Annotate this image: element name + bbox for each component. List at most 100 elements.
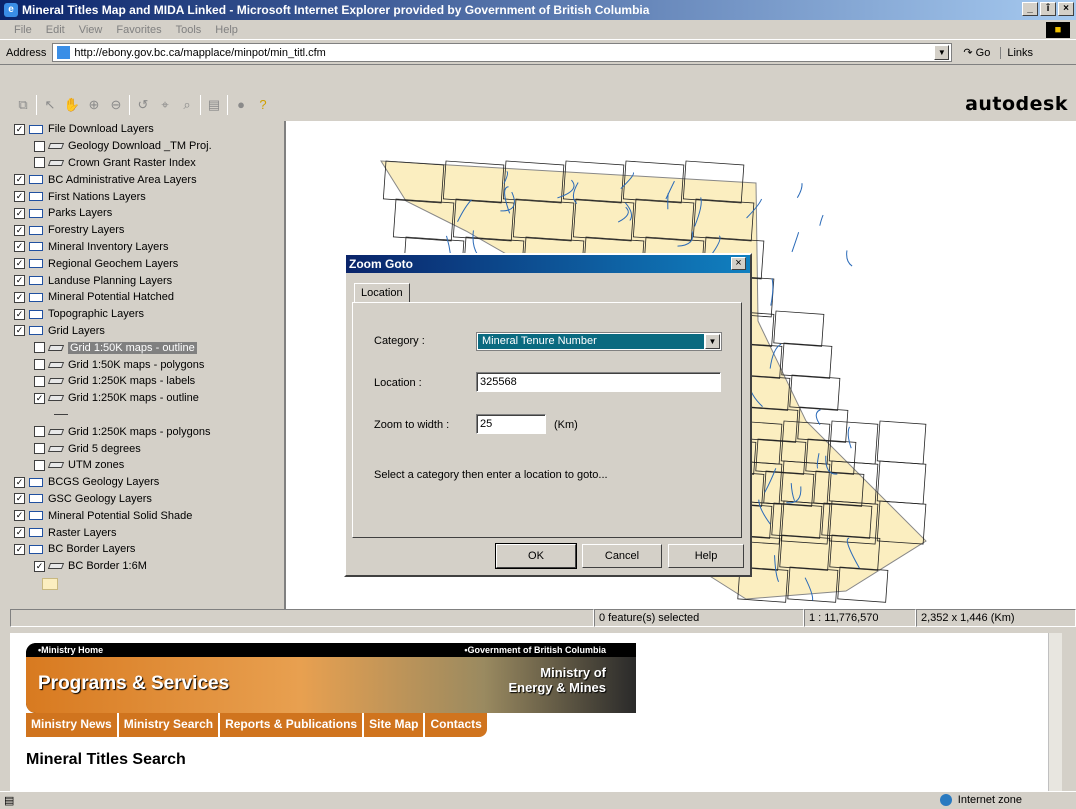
layer-item[interactable]: Crown Grant Raster Index — [10, 155, 284, 172]
layer-checkbox[interactable]: ✓ — [14, 543, 25, 555]
layer-checkbox[interactable] — [34, 443, 45, 455]
layer-checkbox[interactable]: ✓ — [14, 510, 25, 522]
copy-icon[interactable]: ⧉ — [14, 96, 32, 114]
zoom-in-icon[interactable]: ⊕ — [85, 96, 103, 114]
help-button[interactable]: Help — [668, 544, 744, 568]
ok-button[interactable]: OK — [495, 543, 577, 569]
tab-location[interactable]: Location — [354, 283, 410, 302]
menu-edit[interactable]: Edit — [46, 24, 65, 36]
links-button[interactable]: Links — [1000, 46, 1033, 59]
menu-help[interactable]: Help — [215, 24, 238, 36]
maximize-button[interactable]: î — [1040, 2, 1056, 16]
layer-item[interactable]: ✓ Landuse Planning Layers — [10, 272, 284, 289]
menu-view[interactable]: View — [79, 24, 103, 36]
zoom-width-input[interactable]: 25 — [476, 414, 546, 434]
print-icon[interactable]: ▤ — [205, 96, 223, 114]
layer-checkbox[interactable]: ✓ — [14, 527, 25, 539]
layer-checkbox[interactable]: ✓ — [34, 392, 45, 404]
cancel-button[interactable]: Cancel — [582, 544, 662, 568]
layer-item[interactable]: ✓ First Nations Layers — [10, 188, 284, 205]
menu-tools[interactable]: Tools — [176, 24, 202, 36]
layer-item[interactable]: Grid 1:250K maps - polygons — [10, 423, 284, 440]
layer-checkbox[interactable]: ✓ — [14, 191, 25, 203]
category-select[interactable]: Mineral Tenure Number ▼ — [476, 332, 722, 351]
address-dropdown-button[interactable]: ▼ — [934, 45, 950, 60]
layer-checkbox[interactable]: ✓ — [14, 325, 25, 337]
chevron-down-icon[interactable]: ▼ — [705, 334, 720, 349]
layer-item[interactable]: ✓ Forestry Layers — [10, 222, 284, 239]
zoom-extent-icon[interactable]: ⌖ — [156, 96, 174, 114]
layer-checkbox[interactable]: ✓ — [14, 291, 25, 303]
go-button[interactable]: ↷ Go — [963, 46, 990, 59]
layer-checkbox[interactable]: ✓ — [14, 224, 25, 236]
layer-checkbox[interactable]: ✓ — [14, 123, 25, 135]
layer-item[interactable]: ✓ Grid Layers — [10, 323, 284, 340]
ministry-home-link[interactable]: •Ministry Home — [38, 645, 103, 657]
nav-ministry-search[interactable]: Ministry Search — [119, 713, 221, 737]
menu-favorites[interactable]: Favorites — [116, 24, 161, 36]
layer-checkbox[interactable] — [34, 459, 45, 471]
layer-item[interactable]: ✓ BC Border Layers — [10, 541, 284, 558]
minimize-button[interactable]: _ — [1022, 2, 1038, 16]
nav-contacts[interactable]: Contacts — [425, 713, 486, 737]
zoom-previous-icon[interactable]: ↺ — [134, 96, 152, 114]
vertical-scrollbar[interactable] — [1048, 633, 1062, 791]
layer-item[interactable]: ✓ BC Border 1:6M — [10, 558, 284, 575]
zoom-out-icon[interactable]: ⊖ — [107, 96, 125, 114]
layer-item[interactable]: ✓ File Download Layers — [10, 121, 284, 138]
layer-checkbox[interactable]: ✓ — [14, 476, 25, 488]
nav-reports-publications[interactable]: Reports & Publications — [220, 713, 365, 737]
dialog-close-button[interactable]: × — [731, 257, 746, 270]
layer-label: Grid 1:50K maps - polygons — [68, 358, 205, 371]
layer-item[interactable]: Grid 1:50K maps - outline — [10, 339, 284, 356]
layer-item[interactable]: ✓ Mineral Inventory Layers — [10, 239, 284, 256]
layer-item[interactable]: Grid 1:250K maps - labels — [10, 373, 284, 390]
layer-item[interactable]: Grid 1:50K maps - polygons — [10, 356, 284, 373]
select-arrow-icon[interactable]: ↖ — [41, 96, 59, 114]
layer-item[interactable]: ✓ BCGS Geology Layers — [10, 474, 284, 491]
layer-item[interactable]: UTM zones — [10, 457, 284, 474]
layer-item[interactable] — [10, 407, 284, 424]
address-input[interactable]: http://ebony.gov.bc.ca/mapplace/minpot/m… — [52, 43, 953, 62]
layer-checkbox[interactable] — [34, 342, 45, 354]
layer-item[interactable]: ✓ GSC Geology Layers — [10, 491, 284, 508]
pan-hand-icon[interactable]: ✋ — [63, 96, 81, 114]
layer-checkbox[interactable]: ✓ — [14, 207, 25, 219]
layer-item[interactable]: ✓ Topographic Layers — [10, 306, 284, 323]
layer-checkbox[interactable]: ✓ — [34, 560, 45, 572]
layer-checkbox[interactable]: ✓ — [14, 258, 25, 270]
layer-checkbox[interactable]: ✓ — [14, 493, 25, 505]
layer-item[interactable]: ✓ Raster Layers — [10, 524, 284, 541]
layer-group-icon — [29, 292, 43, 302]
windows-flag-icon: ■ — [1046, 22, 1070, 38]
layer-checkbox[interactable]: ✓ — [14, 241, 25, 253]
gov-bc-link[interactable]: •Government of British Columbia — [464, 645, 606, 657]
location-input[interactable]: 325568 — [476, 372, 721, 392]
menu-file[interactable]: File — [14, 24, 32, 36]
layer-checkbox[interactable] — [34, 140, 45, 152]
layer-item[interactable]: ✓ Parks Layers — [10, 205, 284, 222]
layer-item[interactable]: ✓ Regional Geochem Layers — [10, 255, 284, 272]
stop-icon[interactable]: ● — [232, 96, 250, 114]
layer-item[interactable]: ✓ Mineral Potential Hatched — [10, 289, 284, 306]
layer-item[interactable]: ✓ BC Administrative Area Layers — [10, 171, 284, 188]
nav-ministry-news[interactable]: Ministry News — [26, 713, 119, 737]
nav-site-map[interactable]: Site Map — [364, 713, 426, 737]
zoom-width-icon[interactable]: ⌕ — [178, 96, 196, 114]
layer-checkbox[interactable]: ✓ — [14, 275, 25, 287]
layer-checkbox[interactable]: ✓ — [14, 174, 25, 186]
layer-item[interactable]: ✓ Mineral Potential Solid Shade — [10, 507, 284, 524]
layer-checkbox[interactable] — [34, 426, 45, 438]
layer-checkbox[interactable]: ✓ — [14, 308, 25, 320]
layer-checkbox[interactable] — [34, 359, 45, 371]
layer-item[interactable]: Grid 5 degrees — [10, 440, 284, 457]
help-icon[interactable]: ? — [254, 96, 272, 114]
river-line — [847, 426, 852, 449]
layer-checkbox[interactable] — [34, 157, 45, 169]
ministry-logo: Ministry of Energy & Mines — [508, 665, 606, 695]
layer-item[interactable]: ✓ Grid 1:250K maps - outline — [10, 390, 284, 407]
layer-checkbox[interactable] — [34, 375, 45, 387]
layer-label: Landuse Planning Layers — [48, 274, 173, 287]
layer-item[interactable]: Geology Download _TM Proj. — [10, 138, 284, 155]
close-button[interactable]: × — [1058, 2, 1074, 16]
